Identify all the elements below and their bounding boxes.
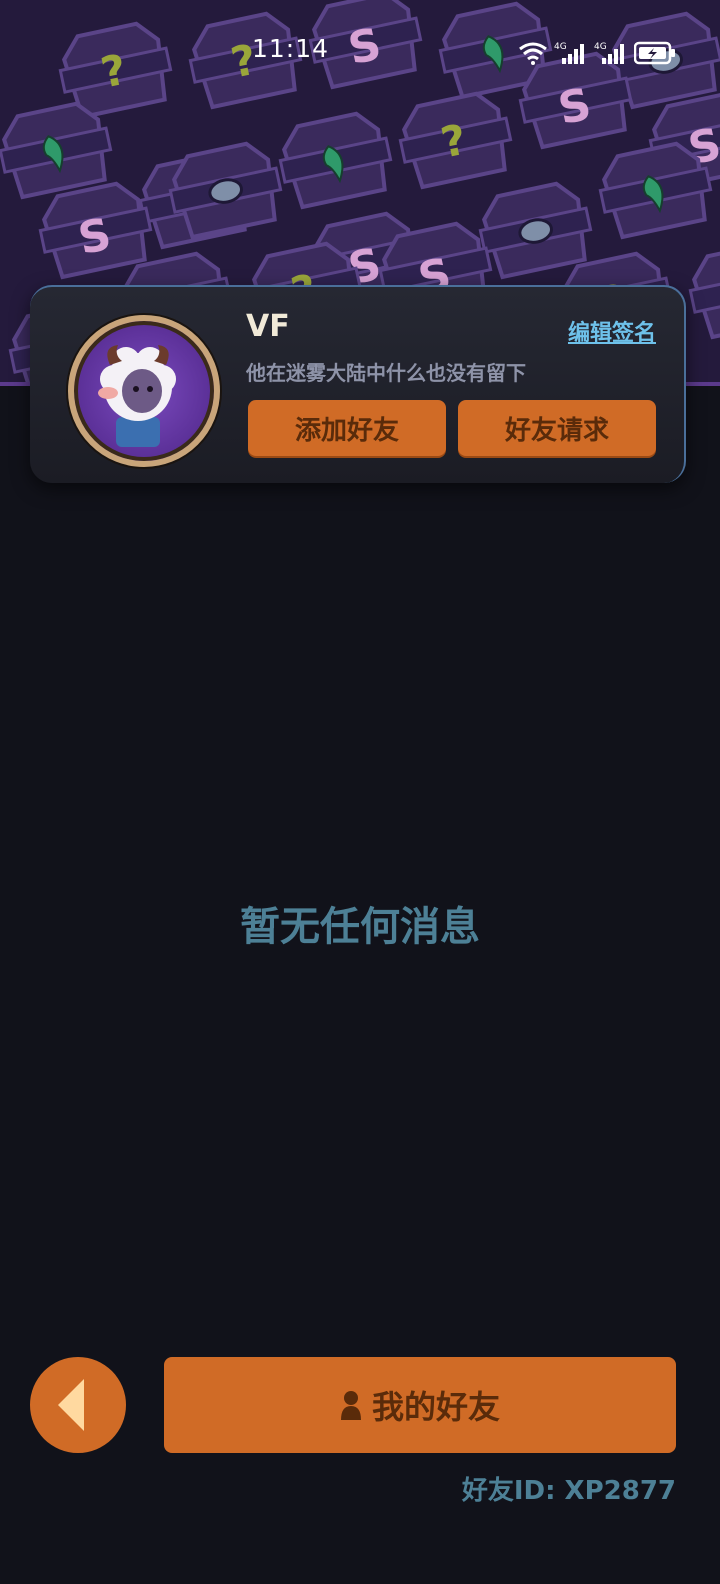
my-friends-label: 我的好友 [371, 1388, 500, 1426]
my-friends-button[interactable]: 我的好友 [164, 1357, 676, 1453]
status-time: 11:14 [252, 34, 330, 63]
profile-card: VF 编辑签名 他在迷雾大陆中什么也没有留下 添加好友 好友请求 [30, 285, 686, 483]
question-badge-icon: ? [398, 91, 513, 190]
signature-text: 他在迷雾大陆中什么也没有留下 [246, 361, 526, 385]
svg-text:4G: 4G [554, 42, 567, 52]
sheep-avatar-icon[interactable] [68, 315, 220, 467]
friend-requests-button[interactable]: 好友请求 [458, 400, 656, 456]
back-button[interactable] [30, 1357, 126, 1453]
edit-signature-link[interactable]: 编辑签名 [568, 315, 656, 347]
wifi-icon [519, 42, 547, 65]
username: VF [246, 309, 290, 344]
friend-id-text: 好友ID: XP2877 [461, 1476, 676, 1506]
leaf-badge-icon [278, 111, 393, 210]
signal-4g-icon: 4G [594, 42, 624, 64]
signal-4g-icon: 4G [554, 42, 584, 64]
s-badge-icon: S [688, 241, 720, 340]
svg-text:4G: 4G [594, 42, 607, 52]
person-icon [340, 1391, 361, 1420]
empty-messages-text: 暂无任何消息 [240, 904, 480, 950]
back-arrow-icon [58, 1379, 84, 1431]
status-icons: 4G 4G [518, 40, 676, 66]
add-friend-button[interactable]: 添加好友 [248, 400, 446, 456]
battery-charging-icon [634, 41, 675, 65]
